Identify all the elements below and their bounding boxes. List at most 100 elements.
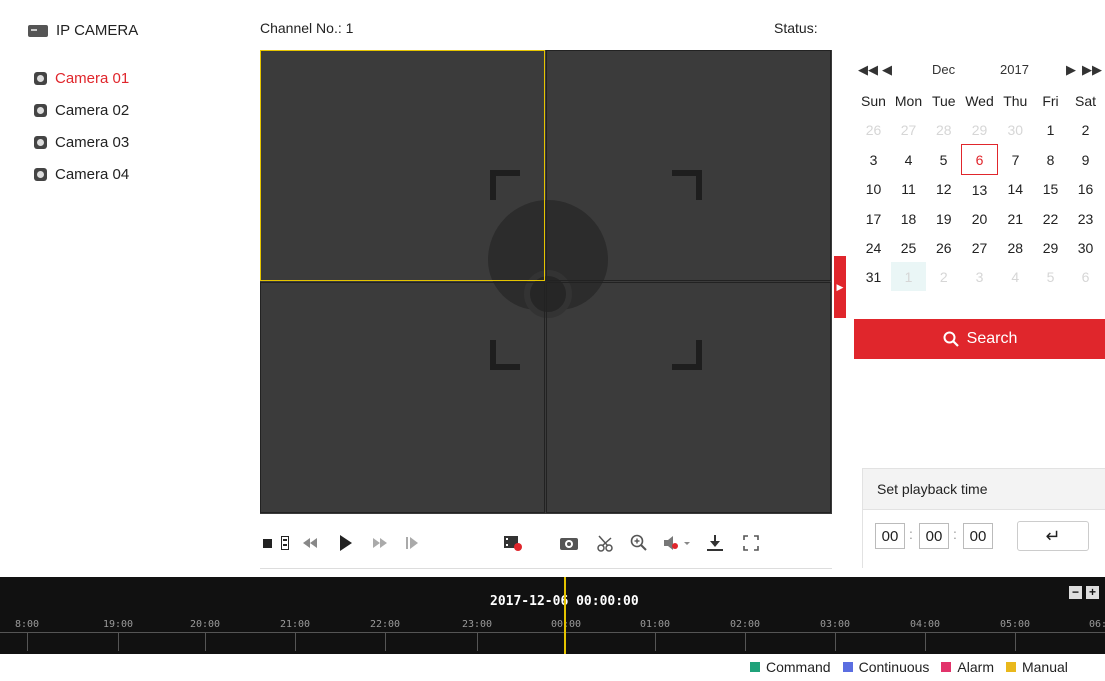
timeline-hour-label: 04:00 [909, 619, 941, 630]
calendar-day[interactable]: 9 [1068, 145, 1103, 175]
calendar-day[interactable]: 13 [962, 175, 998, 205]
calendar-day[interactable]: 1 [891, 262, 926, 291]
calendar-day[interactable]: 28 [998, 233, 1034, 262]
timeline-tick [118, 633, 119, 651]
calendar-day[interactable]: 4 [891, 145, 926, 175]
zoom-in-button[interactable]: + [1086, 586, 1099, 599]
calendar-day[interactable]: 8 [1033, 145, 1068, 175]
prev-year-icon[interactable]: ◀◀ [858, 62, 878, 78]
camera-item-01[interactable]: Camera 01 [34, 62, 129, 94]
calendar-day[interactable]: 4 [998, 262, 1034, 291]
legend-swatch-alarm [941, 662, 952, 672]
recording-type-legend: Command Continuous Alarm Manual [744, 657, 1068, 677]
calendar-day[interactable]: 2 [1068, 115, 1103, 145]
weekday-label: Mon [894, 92, 923, 109]
fullscreen-icon[interactable] [740, 532, 762, 554]
calendar-day[interactable]: 28 [926, 115, 962, 145]
calendar-day[interactable]: 26 [926, 233, 962, 262]
search-button[interactable]: Search [854, 319, 1105, 359]
calendar-day[interactable]: 22 [1033, 204, 1068, 233]
timeline-tick [925, 633, 926, 651]
play-icon[interactable] [336, 532, 356, 554]
capture-icon[interactable] [558, 532, 580, 554]
calendar-day[interactable]: 19 [926, 204, 962, 233]
video-pane-3[interactable] [260, 282, 545, 513]
calendar-day[interactable]: 20 [962, 204, 998, 233]
calendar-day[interactable]: 24 [856, 233, 891, 262]
timeline-hour-label: 00:00 [550, 619, 582, 630]
hour-input[interactable]: 00 [875, 523, 905, 549]
calendar-day[interactable]: 15 [1033, 175, 1068, 205]
calendar-day[interactable]: 27 [962, 233, 998, 262]
calendar-day[interactable]: 18 [891, 204, 926, 233]
digital-zoom-icon[interactable] [628, 532, 650, 554]
stop-icon[interactable] [260, 532, 274, 554]
calendar-day[interactable]: 21 [998, 204, 1034, 233]
calendar-day[interactable]: 16 [1068, 175, 1103, 205]
clip-video-icon[interactable] [502, 532, 524, 554]
calendar-day-selected[interactable]: 6 [961, 144, 998, 175]
calendar-day[interactable]: 27 [891, 115, 926, 145]
legend-label: Command [766, 659, 831, 675]
tree-root[interactable]: IP CAMERA [28, 22, 138, 39]
timeline-tick [835, 633, 836, 651]
timeline-cursor[interactable] [564, 577, 566, 654]
minute-input[interactable]: 00 [919, 523, 949, 549]
playback-time-panel: Set playback time 00 : 00 : 00 ↵ [862, 468, 1105, 568]
video-pane-2[interactable] [546, 50, 831, 281]
calendar-day[interactable]: 3 [962, 262, 998, 291]
zoom-out-button[interactable]: − [1069, 586, 1082, 599]
audio-volume-icon[interactable] [662, 532, 694, 554]
camera-label: Camera 01 [55, 69, 130, 87]
timeline-hour-label: 02:00 [729, 619, 761, 630]
timeline-tick [1015, 633, 1016, 651]
calendar-day[interactable]: 1 [1033, 115, 1068, 145]
calendar-day[interactable]: 11 [891, 175, 926, 205]
calendar-day[interactable]: 26 [856, 115, 891, 145]
prev-month-icon[interactable]: ◀ [882, 62, 892, 78]
calendar-day[interactable]: 2 [926, 262, 962, 291]
camera-item-02[interactable]: Camera 02 [34, 94, 129, 126]
next-month-icon[interactable]: ▶ [1066, 62, 1076, 78]
calendar-day[interactable]: 17 [856, 204, 891, 233]
video-pane-1[interactable] [260, 50, 545, 281]
calendar-day[interactable]: 14 [998, 175, 1034, 205]
calendar-day[interactable]: 7 [998, 145, 1034, 175]
chevron-right-icon: ▶ [836, 281, 844, 292]
timeline-hour-label: 20:00 [189, 619, 221, 630]
calendar-year: 2017 [1000, 62, 1029, 77]
calendar-day[interactable]: 23 [1068, 204, 1103, 233]
timeline-hour-label: 05:00 [999, 619, 1031, 630]
timeline-tick [295, 633, 296, 651]
panel-collapse-toggle[interactable]: ▶ [834, 256, 846, 318]
playback-time-title: Set playback time [877, 481, 988, 497]
calendar-day[interactable]: 5 [1033, 262, 1068, 291]
video-pane-4[interactable] [546, 282, 831, 513]
calendar-day[interactable]: 10 [856, 175, 891, 205]
camera-item-03[interactable]: Camera 03 [34, 126, 129, 158]
layout-split-icon[interactable] [278, 532, 292, 554]
timeline-hour-label: 01:00 [639, 619, 671, 630]
playback-timeline[interactable]: 2017-12-06 00:00:00 8:00 19:00 20:00 21:… [0, 577, 1105, 654]
calendar-day[interactable]: 30 [998, 115, 1034, 145]
nvr-device-icon [28, 24, 48, 37]
calendar-day[interactable]: 29 [962, 115, 998, 145]
calendar-day[interactable]: 25 [891, 233, 926, 262]
calendar-day[interactable]: 29 [1033, 233, 1068, 262]
calendar-day[interactable]: 31 [856, 262, 891, 291]
fast-forward-icon[interactable] [370, 532, 390, 554]
video-window[interactable] [260, 50, 832, 514]
next-year-icon[interactable]: ▶▶ [1082, 62, 1102, 78]
calendar-day[interactable]: 5 [926, 145, 962, 175]
second-input[interactable]: 00 [963, 523, 993, 549]
camera-item-04[interactable]: Camera 04 [34, 158, 129, 190]
calendar-day[interactable]: 12 [926, 175, 962, 205]
slow-down-icon[interactable] [300, 532, 320, 554]
calendar-day[interactable]: 3 [856, 145, 891, 175]
calendar-day[interactable]: 6 [1068, 262, 1103, 291]
calendar-day[interactable]: 30 [1068, 233, 1103, 262]
scissors-icon[interactable] [594, 532, 616, 554]
download-icon[interactable] [704, 532, 726, 554]
apply-time-button[interactable]: ↵ [1017, 521, 1089, 551]
single-frame-icon[interactable] [402, 532, 422, 554]
